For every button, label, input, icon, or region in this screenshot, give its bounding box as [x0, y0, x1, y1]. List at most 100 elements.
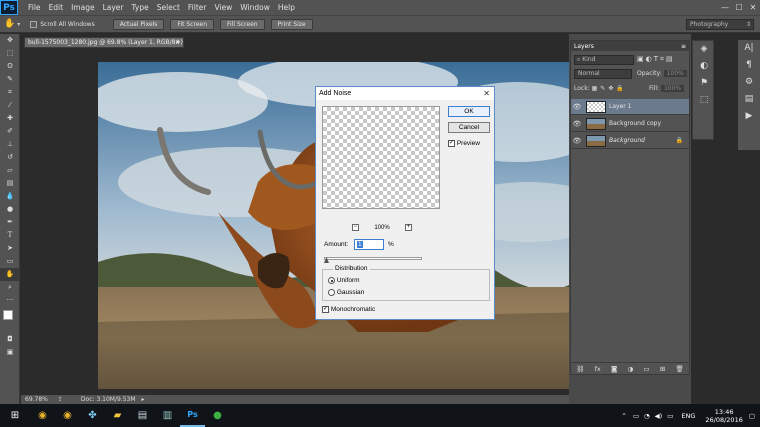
monochromatic-option[interactable]: ✓ Monochromatic: [322, 306, 375, 313]
language-indicator[interactable]: ENG: [681, 412, 695, 420]
delete-layer-icon[interactable]: 🗑: [676, 365, 684, 373]
export-icon[interactable]: ⇪: [58, 396, 63, 403]
eye-icon[interactable]: 👁: [571, 103, 583, 111]
menu-view[interactable]: View: [210, 3, 236, 12]
opacity-input[interactable]: 100%: [663, 70, 687, 77]
app-icon[interactable]: ▥: [155, 404, 180, 427]
scroll-all-windows-checkbox[interactable]: [30, 20, 38, 28]
amount-input[interactable]: 1: [354, 239, 384, 250]
chevron-up-icon[interactable]: ⌃: [621, 412, 626, 420]
hand-tool-icon[interactable]: ✋: [4, 19, 15, 29]
notepad-icon[interactable]: ▤: [130, 404, 155, 427]
scroll-all-windows-option[interactable]: Scroll All Windows: [30, 20, 95, 28]
menu-window[interactable]: Window: [236, 3, 274, 12]
uniform-option[interactable]: Uniform: [328, 277, 360, 284]
eyedropper-tool-icon[interactable]: ⁄: [0, 99, 20, 112]
app-icon[interactable]: ✤: [80, 404, 105, 427]
hand-tool-icon[interactable]: ✋: [0, 268, 20, 281]
menu-file[interactable]: File: [24, 3, 45, 12]
styles-panel-icon[interactable]: ⚙: [738, 74, 760, 91]
lasso-tool-icon[interactable]: ʘ: [0, 60, 20, 73]
color-swatches[interactable]: [0, 307, 19, 333]
app-icon[interactable]: ●: [205, 404, 230, 427]
crop-tool-icon[interactable]: ⌗: [0, 86, 20, 99]
minimize-button[interactable]: —: [718, 0, 732, 15]
layer-row[interactable]: 👁 Layer 1: [571, 99, 689, 115]
monochromatic-checkbox[interactable]: ✓: [322, 306, 329, 313]
blend-mode-select[interactable]: Normal: [574, 69, 632, 79]
layer-filter-icons[interactable]: ▣◐T⌗▤: [637, 55, 675, 64]
layers-panel-icon[interactable]: ◈: [693, 41, 715, 58]
gaussian-option[interactable]: Gaussian: [328, 289, 364, 296]
path-selection-tool-icon[interactable]: ➤: [0, 242, 20, 255]
notifications-icon[interactable]: ▢: [749, 412, 755, 420]
layer-row[interactable]: 👁 Background 🔒: [571, 133, 689, 149]
chrome-icon[interactable]: ◉: [30, 404, 55, 427]
adjustments-panel-icon[interactable]: ◐: [693, 58, 715, 75]
blur-tool-icon[interactable]: 💧: [0, 190, 20, 203]
group-icon[interactable]: ▭: [643, 365, 649, 373]
quick-mask-icon[interactable]: ◘: [0, 333, 20, 346]
file-explorer-icon[interactable]: ▰: [105, 404, 130, 427]
zoom-in-button[interactable]: +: [404, 224, 412, 231]
close-button[interactable]: ✕: [746, 0, 760, 15]
wifi-icon[interactable]: ◔: [644, 412, 650, 420]
type-tool-icon[interactable]: T: [0, 229, 20, 242]
pen-tool-icon[interactable]: ✒: [0, 216, 20, 229]
quick-select-tool-icon[interactable]: ✎: [0, 73, 20, 86]
amount-slider-track[interactable]: [324, 257, 422, 260]
foreground-color[interactable]: [3, 310, 13, 320]
preview-checkbox[interactable]: ✓: [448, 140, 455, 147]
fit-screen-button[interactable]: Fit Screen: [170, 18, 215, 30]
menu-edit[interactable]: Edit: [45, 3, 68, 12]
clock[interactable]: 13:46 26/08/2016: [705, 408, 742, 424]
screen-mode-icon[interactable]: ▣: [0, 346, 20, 359]
photoshop-icon[interactable]: Ps: [180, 404, 205, 427]
close-tab-icon[interactable]: ✕: [175, 38, 180, 47]
menu-layer[interactable]: Layer: [99, 3, 128, 12]
eraser-tool-icon[interactable]: ▱: [0, 164, 20, 177]
status-arrow-icon[interactable]: ▸: [142, 396, 145, 403]
new-layer-icon[interactable]: ⊞: [660, 365, 665, 373]
layer-style-icon[interactable]: fx: [595, 365, 601, 373]
gradient-tool-icon[interactable]: ▤: [0, 177, 20, 190]
history-brush-tool-icon[interactable]: ↺: [0, 151, 20, 164]
print-size-button[interactable]: Print Size: [270, 18, 313, 30]
actions-panel-icon[interactable]: ▶: [738, 108, 760, 125]
layer-filter-select[interactable]: ⌕ Kind: [574, 55, 634, 65]
history-panel-icon[interactable]: ▤: [738, 91, 760, 108]
zoom-out-button[interactable]: −: [352, 224, 359, 231]
menu-image[interactable]: Image: [67, 3, 99, 12]
dodge-tool-icon[interactable]: ●: [0, 203, 20, 216]
zoom-level[interactable]: 69.78%: [25, 396, 48, 403]
zoom-tool-icon[interactable]: ⌕: [0, 281, 20, 294]
marquee-tool-icon[interactable]: ⬚: [0, 47, 20, 60]
uniform-radio[interactable]: [328, 277, 335, 284]
clone-stamp-tool-icon[interactable]: ⊥: [0, 138, 20, 151]
preview-option[interactable]: ✓ Preview: [448, 140, 480, 147]
close-dialog-button[interactable]: ✕: [483, 87, 490, 100]
character-panel-icon[interactable]: A|: [738, 40, 760, 57]
channels-panel-icon[interactable]: ⚑: [693, 75, 715, 92]
volume-icon[interactable]: ◀): [655, 412, 663, 420]
layer-row[interactable]: 👁 Background copy: [571, 116, 689, 132]
more-tools-icon[interactable]: ···: [0, 294, 20, 307]
move-tool-icon[interactable]: ✥: [0, 34, 20, 47]
menu-type[interactable]: Type: [128, 3, 153, 12]
eye-icon[interactable]: 👁: [571, 137, 583, 145]
tool-preset-chevron-icon[interactable]: ▾: [17, 21, 20, 28]
healing-brush-tool-icon[interactable]: ✚: [0, 112, 20, 125]
link-layers-icon[interactable]: ⛓: [576, 365, 584, 373]
paragraph-panel-icon[interactable]: ¶: [738, 57, 760, 74]
battery-icon[interactable]: ▭: [667, 412, 673, 420]
menu-filter[interactable]: Filter: [184, 3, 211, 12]
chrome-icon[interactable]: ◉: [55, 404, 80, 427]
layer-mask-icon[interactable]: ◙: [611, 365, 617, 373]
brush-tool-icon[interactable]: ✐: [0, 125, 20, 138]
menu-select[interactable]: Select: [153, 3, 184, 12]
fill-input[interactable]: 100%: [660, 85, 685, 92]
workspace-select[interactable]: Photography ⇕: [686, 19, 754, 30]
cancel-button[interactable]: Cancel: [448, 122, 490, 133]
rectangle-tool-icon[interactable]: ▭: [0, 255, 20, 268]
preview-window[interactable]: [322, 106, 440, 209]
